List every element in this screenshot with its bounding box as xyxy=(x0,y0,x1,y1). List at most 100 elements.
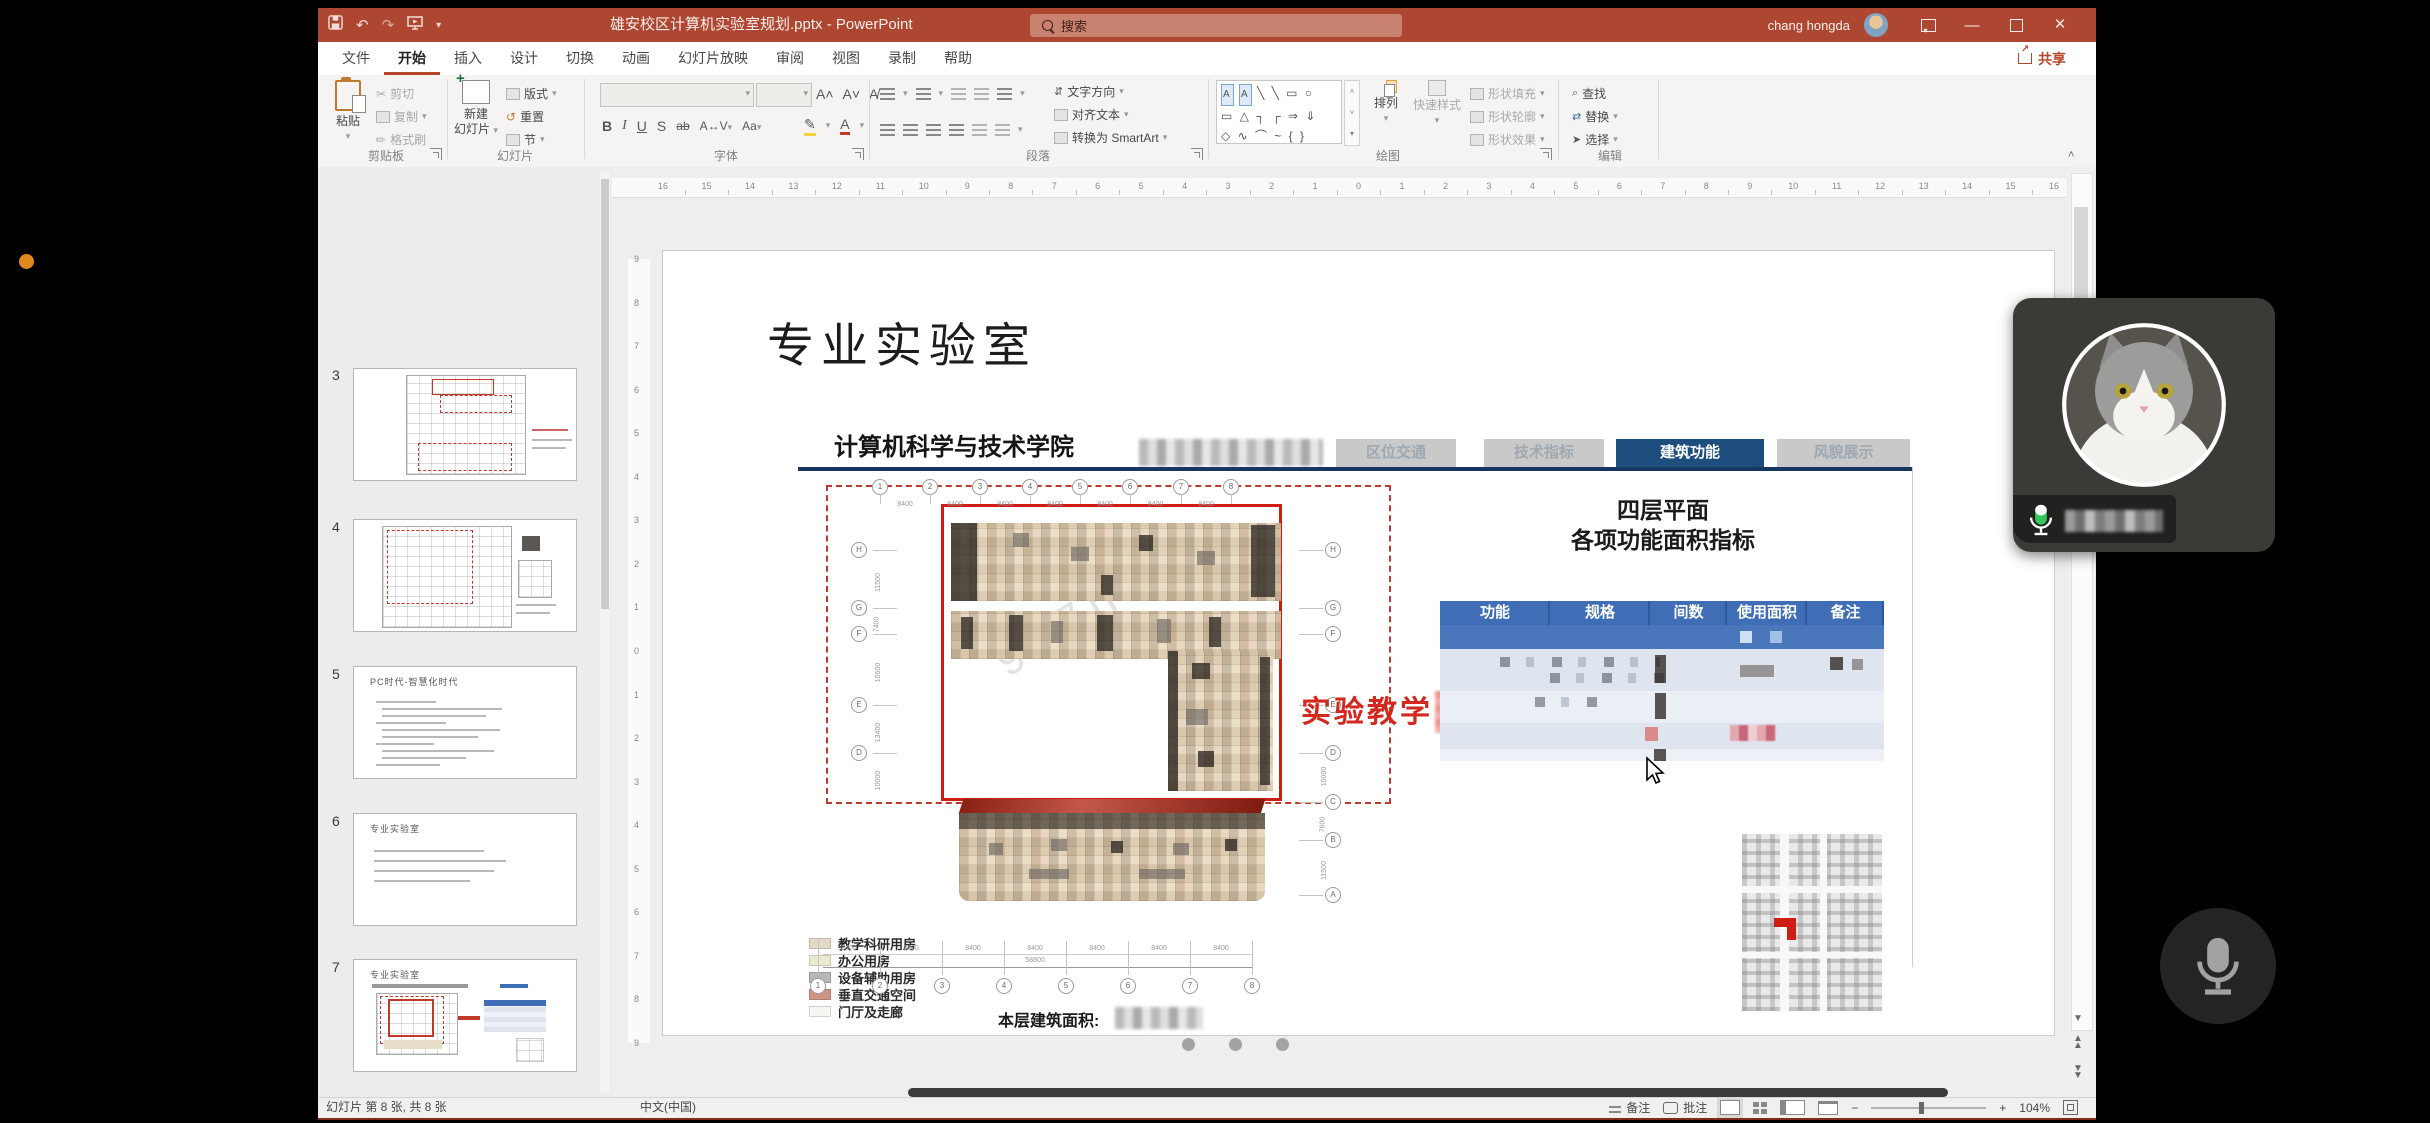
paragraph-dialog-launcher[interactable] xyxy=(1191,148,1203,160)
maximize-button[interactable] xyxy=(1994,8,2038,42)
slide-thumbnail-7[interactable]: 专业实验室 xyxy=(353,959,577,1072)
ribbon-tab-帮助[interactable]: 帮助 xyxy=(930,42,986,75)
italic-icon[interactable]: I xyxy=(622,118,627,134)
font-color-icon[interactable]: A xyxy=(840,116,849,135)
bullets-icon[interactable] xyxy=(880,88,895,100)
shape-outline-button[interactable]: 形状轮廓▾ xyxy=(1470,106,1545,127)
strikethrough-icon[interactable]: ab xyxy=(676,119,689,133)
slide-nav-tab-技术指标[interactable]: 技术指标 xyxy=(1484,439,1604,467)
decrease-indent-icon[interactable] xyxy=(951,88,966,100)
justify-icon[interactable] xyxy=(949,124,964,136)
slide-counter[interactable]: 幻灯片 第 8 张, 共 8 张 xyxy=(326,1098,447,1117)
font-size-select[interactable]: ▾ xyxy=(756,83,812,107)
account-avatar[interactable] xyxy=(1864,13,1888,37)
change-case-icon[interactable]: Aa▾ xyxy=(742,119,761,133)
undo-icon[interactable]: ↶ xyxy=(356,16,369,34)
smartart-button[interactable]: 转换为 SmartArt▾ xyxy=(1054,127,1167,148)
previous-slide-icon[interactable]: ▲▲ xyxy=(2073,1035,2083,1049)
ribbon-tab-视图[interactable]: 视图 xyxy=(818,42,874,75)
find-button[interactable]: ⌕查找 xyxy=(1572,83,1606,104)
replace-button[interactable]: ⇄替换▾ xyxy=(1572,106,1618,127)
character-spacing-icon[interactable]: A↔V▾ xyxy=(700,119,733,133)
shrink-font-icon[interactable]: A˅ xyxy=(843,86,861,102)
ribbon-tab-插入[interactable]: 插入 xyxy=(440,42,496,75)
customize-quick-access-icon[interactable]: ▾ xyxy=(436,20,441,31)
save-icon[interactable] xyxy=(328,15,343,35)
slide-thumbnail-6[interactable]: 专业实验室 xyxy=(353,813,577,926)
reading-view-button[interactable] xyxy=(1780,1100,1805,1115)
cut-button[interactable]: ✂剪切 xyxy=(376,83,414,104)
zoom-in-icon[interactable]: + xyxy=(1999,1101,2006,1115)
ribbon-tab-审阅[interactable]: 审阅 xyxy=(762,42,818,75)
shape-effects-button[interactable]: 形状效果▾ xyxy=(1470,129,1545,150)
ribbon-tab-切换[interactable]: 切换 xyxy=(552,42,608,75)
horizontal-scrollbar[interactable] xyxy=(908,1088,1948,1097)
underline-icon[interactable]: U xyxy=(637,118,647,134)
zoom-out-icon[interactable]: − xyxy=(1851,1101,1858,1115)
shadow-icon[interactable]: S xyxy=(657,118,666,134)
zoom-slider-thumb[interactable] xyxy=(1919,1102,1924,1114)
notes-button[interactable]: 备注 xyxy=(1609,1099,1650,1116)
shape-fill-button[interactable]: 形状填充▾ xyxy=(1470,83,1545,104)
ribbon-tab-开始[interactable]: 开始 xyxy=(384,42,440,75)
slide-nav-tab-风貌展示[interactable]: 风貌展示 xyxy=(1777,439,1910,467)
font-dialog-launcher[interactable] xyxy=(852,148,864,160)
slide-thumbnail-5[interactable]: PC时代-智慧化时代 xyxy=(353,666,577,779)
reset-button[interactable]: ↺重置 xyxy=(506,106,544,127)
zoom-level[interactable]: 104% xyxy=(2019,1101,2050,1115)
slide-sorter-view-button[interactable] xyxy=(1753,1102,1767,1114)
paste-button[interactable]: 粘贴▾ xyxy=(324,80,372,146)
vertical-textbox-shape-icon[interactable]: A xyxy=(1239,84,1252,106)
quick-styles-button[interactable]: 快速样式▾ xyxy=(1408,80,1466,146)
zoom-slider[interactable] xyxy=(1871,1107,1986,1109)
annotation-text[interactable]: 实验教学 xyxy=(1301,687,1433,731)
ribbon-tab-动画[interactable]: 动画 xyxy=(608,42,664,75)
font-name-select[interactable]: ▾ xyxy=(600,83,754,107)
highlight-color-icon[interactable]: ✎ xyxy=(804,116,816,136)
language-indicator[interactable]: 中文(中国) xyxy=(640,1098,696,1117)
thumbnail-scrollbar[interactable] xyxy=(600,171,610,1093)
grow-font-icon[interactable]: A˄ xyxy=(816,86,834,102)
area-table[interactable]: 功能规格间数使用面积备注 xyxy=(1440,601,1884,761)
slide-thumbnail-4[interactable] xyxy=(353,519,577,632)
search-input[interactable]: 搜索 xyxy=(1030,14,1402,37)
close-button[interactable]: × xyxy=(2038,8,2082,42)
slide-canvas[interactable]: 9n7n66 专业实验室 计算机科学与技术学院 区位交通技术指标建筑功能风貌展示 xyxy=(663,251,2054,1035)
text-direction-button[interactable]: ⇵文字方向▾ xyxy=(1054,81,1124,102)
microphone-button[interactable] xyxy=(2160,908,2276,1024)
fit-to-window-icon[interactable] xyxy=(2063,1100,2078,1115)
minimize-button[interactable]: — xyxy=(1950,8,1994,42)
slide-nav-tab-区位交通[interactable]: 区位交通 xyxy=(1336,439,1456,467)
ribbon-tab-幻灯片放映[interactable]: 幻灯片放映 xyxy=(664,42,762,75)
scroll-down-icon[interactable]: ▼ xyxy=(2073,1013,2083,1024)
shape-gallery-scroll[interactable]: ˄˅▾ xyxy=(1344,80,1360,146)
slideshow-button[interactable] xyxy=(1818,1101,1838,1115)
share-button[interactable]: 共享 xyxy=(2010,46,2074,71)
ribbon-tab-设计[interactable]: 设计 xyxy=(496,42,552,75)
align-right-icon[interactable] xyxy=(926,124,941,136)
clear-formatting-icon[interactable]: A̸ xyxy=(869,86,878,102)
redo-icon[interactable]: ↷ xyxy=(382,16,395,34)
slide-thumbnail-3[interactable] xyxy=(353,368,577,481)
next-slide-icon[interactable]: ▼▼ xyxy=(2073,1065,2083,1079)
comments-button[interactable]: 批注 xyxy=(1663,1099,1707,1116)
account-name[interactable]: chang hongda xyxy=(1768,18,1850,33)
slide-nav-tab-建筑功能[interactable]: 建筑功能 xyxy=(1616,439,1764,467)
ribbon-tab-文件[interactable]: 文件 xyxy=(328,42,384,75)
new-slide-button[interactable]: 新建 幻灯片 ▾ xyxy=(452,80,500,146)
copy-button[interactable]: 复制▾ xyxy=(376,106,427,127)
ribbon-tab-录制[interactable]: 录制 xyxy=(874,42,930,75)
align-text-button[interactable]: 对齐文本▾ xyxy=(1054,104,1129,125)
shape-gallery[interactable]: A A ╲ ╲ ▭ ○ ▭ △ ┐ ┌ ⇒ ⇓ ◇ ∿ ⌒ ~ { } xyxy=(1216,80,1342,144)
layout-button[interactable]: 版式▾ xyxy=(506,83,557,104)
increase-indent-icon[interactable] xyxy=(974,88,989,100)
ribbon-display-options-button[interactable] xyxy=(1906,8,1950,42)
columns-icon[interactable] xyxy=(972,124,987,136)
arrange-button[interactable]: 排列▾ xyxy=(1364,80,1408,146)
start-slideshow-icon[interactable] xyxy=(407,16,423,35)
normal-view-button[interactable] xyxy=(1720,1100,1740,1115)
line-spacing-icon[interactable] xyxy=(997,88,1012,100)
textbox-shape-icon[interactable]: A xyxy=(1221,84,1234,106)
indent-options-icon[interactable] xyxy=(995,124,1010,136)
slide-title[interactable]: 专业实验室 xyxy=(767,307,1037,376)
